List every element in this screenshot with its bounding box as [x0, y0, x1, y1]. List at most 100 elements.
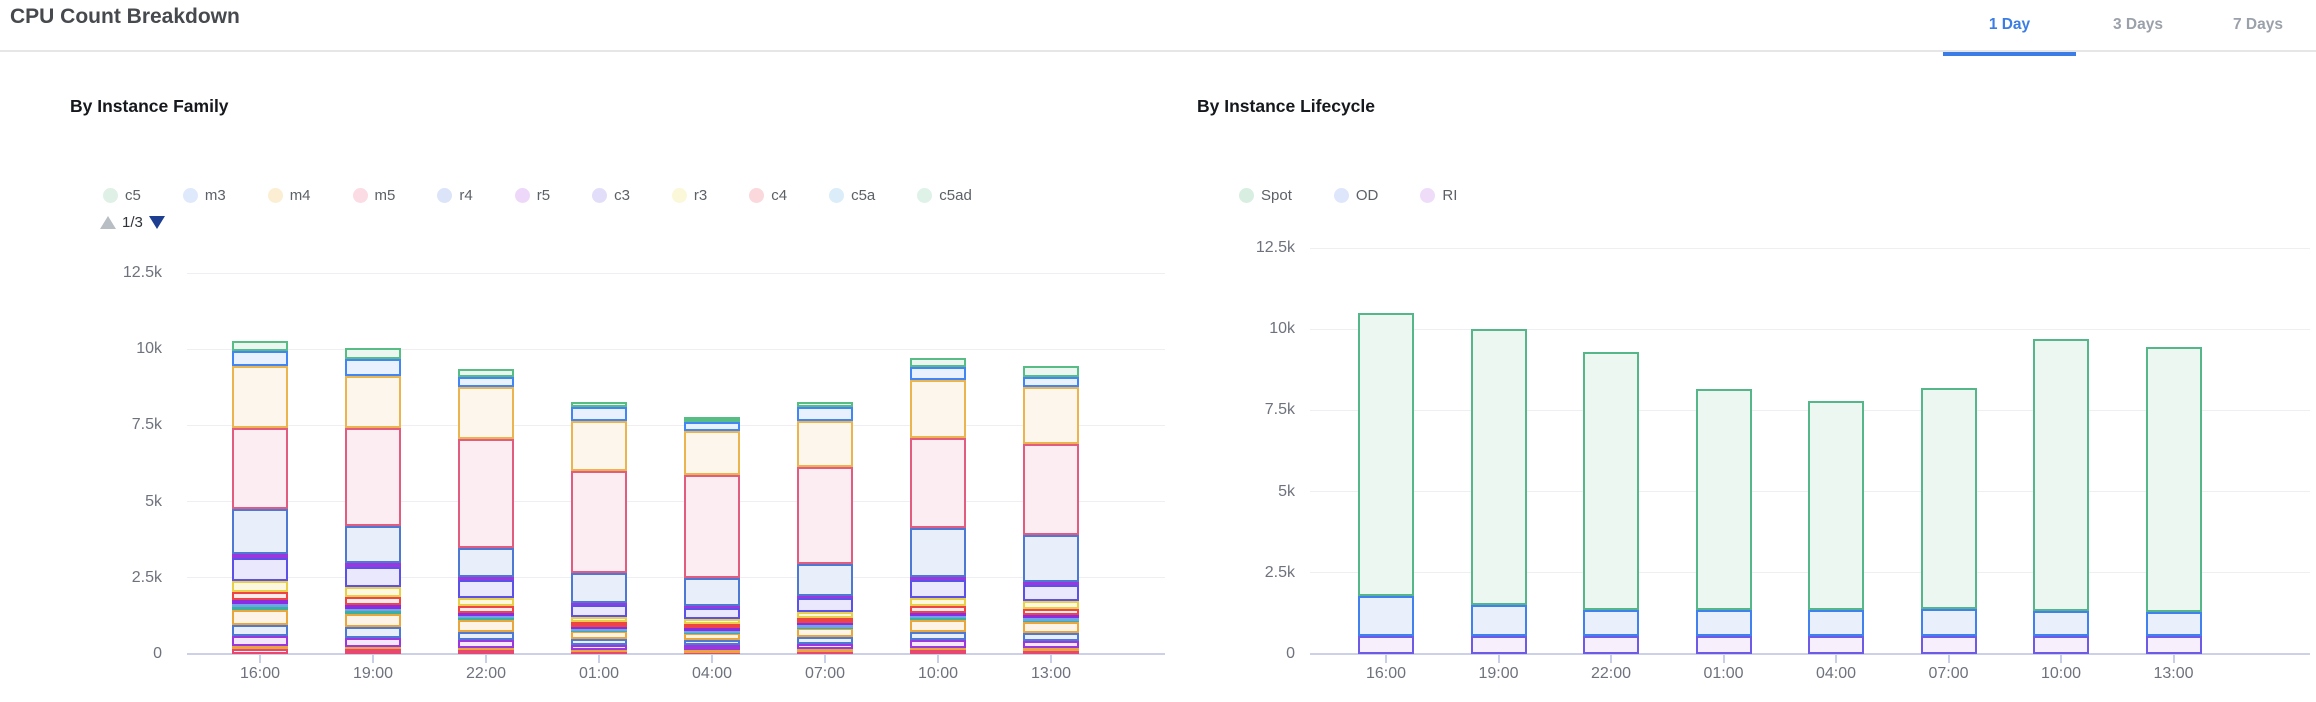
bar-segment-violetLine[interactable]: [571, 603, 627, 606]
bar-segment-cream[interactable]: [1023, 622, 1079, 633]
bar-segment-yellow[interactable]: [1023, 601, 1079, 609]
tab-3-days[interactable]: 3 Days: [2076, 0, 2200, 50]
bar-segment-violet[interactable]: [571, 645, 627, 650]
bar-segment-paleBlue[interactable]: [797, 625, 853, 628]
bar-segment-ri[interactable]: [1696, 636, 1752, 654]
bar-segment-pink[interactable]: [458, 439, 514, 547]
bar-segment-orange[interactable]: [458, 648, 514, 651]
bar-segment-red[interactable]: [910, 650, 966, 654]
bar-segment-bigBlue[interactable]: [797, 564, 853, 596]
bar-segment-blueTop[interactable]: [797, 407, 853, 421]
bar-segment-violet[interactable]: [910, 640, 966, 648]
bar-segment-orange[interactable]: [910, 648, 966, 651]
bar-segment-brightRed[interactable]: [797, 618, 853, 623]
legend-item-c5ad[interactable]: c5ad: [917, 187, 972, 204]
bar-segment-od[interactable]: [1808, 610, 1864, 636]
bar-segment-yellow[interactable]: [232, 581, 288, 592]
bar-segment-greenTop[interactable]: [684, 417, 740, 422]
bar-segment-violet[interactable]: [797, 644, 853, 650]
bar-segment-red[interactable]: [458, 650, 514, 654]
bar-segment-cream[interactable]: [910, 620, 966, 632]
bar-segment-bigBlue[interactable]: [458, 548, 514, 577]
bar-segment-spot[interactable]: [1583, 352, 1639, 610]
bar-segment-creamBig[interactable]: [232, 366, 288, 427]
bar-segment-pink[interactable]: [797, 467, 853, 563]
bar-segment-violetLine[interactable]: [1023, 582, 1079, 585]
legend-item-c4[interactable]: c4: [749, 187, 787, 204]
bar-segment-creamBig[interactable]: [458, 387, 514, 439]
bar-segment-indigo[interactable]: [458, 580, 514, 598]
bar-segment-violet[interactable]: [458, 640, 514, 648]
bar-segment-od[interactable]: [2146, 612, 2202, 636]
bar-segment-pink[interactable]: [910, 438, 966, 528]
bar-segment-spot[interactable]: [1808, 401, 1864, 610]
legend-item-m5[interactable]: m5: [353, 187, 396, 204]
bar-segment-indigoBlue[interactable]: [571, 639, 627, 645]
bar-segment-violet[interactable]: [684, 645, 740, 650]
legend-page-next-icon[interactable]: [149, 216, 165, 229]
bar-segment-cream[interactable]: [232, 610, 288, 625]
bar-segment-red[interactable]: [232, 649, 288, 654]
bar-segment-brightRed[interactable]: [232, 592, 288, 601]
bar-segment-greenTop[interactable]: [571, 402, 627, 407]
bar-segment-violetThin[interactable]: [458, 613, 514, 616]
bar-segment-ri[interactable]: [2033, 636, 2089, 654]
legend-item-c5a[interactable]: c5a: [829, 187, 875, 204]
bar-segment-greenTop[interactable]: [232, 341, 288, 352]
bar-segment-indigo[interactable]: [684, 608, 740, 619]
bar-segment-greenTop[interactable]: [797, 402, 853, 407]
bar-segment-yellow[interactable]: [684, 619, 740, 624]
bar-segment-bigBlue[interactable]: [1023, 535, 1079, 582]
bar-segment-greenTop[interactable]: [458, 369, 514, 377]
bar-segment-od[interactable]: [1696, 610, 1752, 636]
bar-segment-violetThin[interactable]: [1023, 615, 1079, 618]
bar-segment-blueTop[interactable]: [1023, 377, 1079, 387]
legend-item-r4[interactable]: r4: [437, 187, 472, 204]
bar-segment-violetLine[interactable]: [797, 596, 853, 599]
bar-segment-violetLine[interactable]: [345, 563, 401, 567]
bar-segment-orange[interactable]: [232, 646, 288, 649]
bar-segment-creamBig[interactable]: [684, 431, 740, 476]
bar-segment-paleBlue[interactable]: [232, 604, 288, 607]
bar-segment-yellow[interactable]: [797, 612, 853, 618]
bar-segment-indigoBlue[interactable]: [684, 640, 740, 645]
bar-segment-violetThin[interactable]: [571, 627, 627, 630]
legend-item-m4[interactable]: m4: [268, 187, 311, 204]
bar-segment-creamBig[interactable]: [571, 421, 627, 471]
bar-segment-ri[interactable]: [1358, 636, 1414, 654]
bar-segment-indigo[interactable]: [1023, 585, 1079, 601]
bar-segment-blueTop[interactable]: [571, 407, 627, 421]
bar-segment-paleBlue[interactable]: [345, 609, 401, 612]
bar-segment-yellow[interactable]: [910, 598, 966, 606]
bar-segment-yellow[interactable]: [345, 587, 401, 597]
bar-segment-blueTop[interactable]: [684, 422, 740, 430]
bar-segment-bigBlue[interactable]: [232, 509, 288, 554]
bar-segment-pink[interactable]: [232, 428, 288, 509]
bar-segment-greenTop[interactable]: [1023, 366, 1079, 377]
legend-item-c3[interactable]: c3: [592, 187, 630, 204]
bar-segment-indigoBlue[interactable]: [345, 627, 401, 637]
bar-segment-indigo[interactable]: [345, 567, 401, 588]
bar-segment-violetLine[interactable]: [684, 606, 740, 609]
bar-segment-brightRed[interactable]: [458, 606, 514, 613]
bar-segment-cream[interactable]: [684, 633, 740, 640]
bar-segment-od[interactable]: [1583, 610, 1639, 636]
bar-segment-pink[interactable]: [684, 475, 740, 577]
bar-segment-orange[interactable]: [684, 650, 740, 653]
bar-segment-od[interactable]: [1471, 605, 1527, 636]
bar-segment-ri[interactable]: [1471, 636, 1527, 654]
bar-segment-brightRed[interactable]: [345, 597, 401, 605]
bar-segment-indigo[interactable]: [797, 598, 853, 611]
bar-segment-od[interactable]: [1921, 609, 1977, 636]
bar-segment-brightRed[interactable]: [684, 624, 740, 628]
legend-item-r3[interactable]: r3: [672, 187, 707, 204]
tab-7-days[interactable]: 7 Days: [2200, 0, 2316, 50]
bar-segment-ri[interactable]: [1921, 636, 1977, 654]
bar-segment-bigBlue[interactable]: [684, 578, 740, 606]
bar-segment-paleBlue[interactable]: [458, 616, 514, 619]
bar-segment-blueTop[interactable]: [910, 367, 966, 379]
bar-segment-pink[interactable]: [345, 428, 401, 526]
bar-segment-paleBlue[interactable]: [1023, 618, 1079, 621]
legend-item-RI[interactable]: RI: [1420, 187, 1457, 204]
bar-segment-violet[interactable]: [1023, 641, 1079, 648]
